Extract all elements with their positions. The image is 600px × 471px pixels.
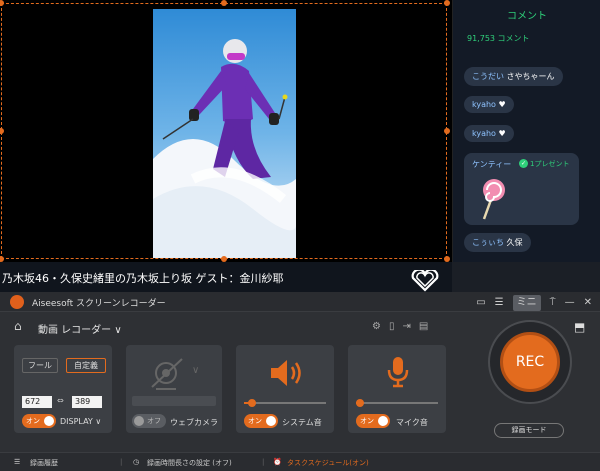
system-sound-label: システム音 — [282, 418, 322, 427]
resize-handle-tm[interactable] — [221, 0, 227, 6]
chat-message: kyaho ♥ — [464, 125, 514, 142]
app-logo-icon — [10, 295, 24, 309]
gift-check-icon: ✓ — [519, 159, 528, 168]
display-panel: フール 自定義 672 ⇔ 389 オン DISPLAY ∨ — [14, 345, 112, 433]
close-icon[interactable]: ✕ — [584, 296, 592, 310]
app-title: Aiseesoft スクリーンレコーダー — [32, 299, 166, 309]
rec-mode-button[interactable]: 録画モード — [494, 423, 564, 438]
full-screen-option[interactable]: フール — [22, 358, 58, 373]
minimize-icon[interactable]: — — [565, 296, 575, 310]
mode-label: 動画 レコーダー — [38, 325, 112, 336]
mic-toggle[interactable]: オン — [356, 414, 390, 428]
system-sound-panel: オン システム音 — [236, 345, 334, 433]
mode-selector[interactable]: 動画 レコーダー ∨ — [38, 321, 122, 336]
mini-button[interactable]: ミニ — [512, 295, 541, 311]
webcam-chevron-icon[interactable]: ∨ — [192, 365, 199, 376]
webcam-toggle-label: オフ — [147, 417, 161, 425]
webcam-settings-bar — [132, 396, 216, 406]
microphone-icon — [387, 357, 409, 388]
selection-border[interactable] — [1, 3, 447, 259]
system-toggle-label: オン — [248, 417, 262, 425]
chat-user: kyaho — [472, 129, 496, 138]
mouse-icon[interactable]: ▯ — [389, 321, 395, 332]
home-icon[interactable]: ⌂ — [14, 319, 22, 333]
divider: | — [262, 458, 265, 466]
display-toggle-label: オン — [26, 417, 40, 425]
system-sound-toggle[interactable]: オン — [244, 414, 278, 428]
history-link[interactable]: 録画履歴 — [30, 458, 58, 468]
comment-count: 91,753 コメント — [467, 34, 530, 43]
gift-user: ケンティー — [472, 160, 512, 169]
chat-text: 久保 — [506, 238, 523, 247]
chat-text: ♥ — [498, 129, 506, 138]
mic-label: マイク音 — [396, 418, 428, 427]
resize-handle-tr[interactable] — [444, 0, 450, 6]
chat-message: こうだい さやちゃーん — [464, 67, 563, 86]
history-icon: ☰ — [14, 458, 21, 466]
pin-icon[interactable]: ⍑ — [550, 296, 556, 310]
gift-label: 1プレゼント — [530, 160, 570, 168]
divider: | — [120, 458, 123, 466]
title-bar-icons: ▭ ☰ ミニ ⍑ — ✕ — [476, 295, 592, 311]
chat-user: こうだい — [472, 72, 504, 81]
mic-toggle-label: オン — [360, 417, 374, 425]
chat-message: こぅぃち 久保 — [464, 233, 531, 252]
chevron-down-icon: ∨ — [114, 325, 122, 336]
chat-message: kyaho ♥ — [464, 96, 514, 113]
file-icon[interactable]: ▤ — [419, 321, 428, 332]
heart-icon[interactable] — [410, 270, 440, 292]
recorder-window: Aiseesoft スクリーンレコーダー ▭ ☰ ミニ ⍑ — ✕ ⌂ 動画 レ… — [0, 292, 600, 471]
webcam-panel: ∨ オフ ウェブカメラ — [126, 345, 222, 433]
slider-thumb[interactable] — [248, 399, 256, 407]
title-bar: Aiseesoft スクリーンレコーダー ▭ ☰ ミニ ⍑ — ✕ — [0, 292, 600, 312]
tool-icons: ⚙ ▯ ⇥ ▤ — [372, 321, 428, 332]
height-input[interactable]: 389 — [72, 396, 102, 408]
speaker-icon — [271, 360, 301, 386]
mic-panel: オン マイク音 — [348, 345, 446, 433]
display-toggle[interactable]: オン — [22, 414, 56, 428]
display-label[interactable]: DISPLAY ∨ — [60, 417, 101, 426]
camera-icon[interactable]: ⬒ — [574, 320, 585, 334]
menu-icon[interactable]: ☰ — [495, 296, 504, 310]
chat-user: こぅぃち — [472, 238, 504, 247]
toggle-knob — [266, 416, 276, 426]
toggle-knob — [134, 416, 144, 426]
video-caption: 乃木坂46・久保史緒里の乃木坂上り坂 ゲスト：金川紗耶 — [2, 272, 284, 285]
display-label-text: DISPLAY — [60, 417, 93, 426]
slider-thumb[interactable] — [356, 399, 364, 407]
custom-area-option[interactable]: 自定義 — [66, 358, 106, 373]
task-schedule-link[interactable]: タスクスケジュール(オン) — [287, 458, 369, 468]
webcam-icon — [151, 358, 183, 390]
webcam-label: ウェブカメラ — [170, 418, 218, 427]
link-icon[interactable]: ⇔ — [57, 396, 64, 405]
chat-text: さやちゃーん — [506, 72, 555, 81]
mic-volume-slider[interactable] — [356, 399, 438, 407]
status-bar: ☰ 録画履歴 | ◷ 録画時間長さの設定 (オフ) | ⏰ タスクスケジュール(… — [0, 452, 600, 471]
chat-panel: コメント 91,753 コメント こうだい さやちゃーん kyaho ♥ kya… — [452, 0, 600, 262]
width-input[interactable]: 672 — [22, 396, 52, 408]
chat-title: コメント — [507, 11, 547, 22]
rec-button[interactable]: REC — [500, 332, 560, 392]
system-volume-slider[interactable] — [244, 399, 326, 407]
export-icon[interactable]: ⇥ — [402, 321, 410, 332]
gear-icon[interactable]: ⚙ — [372, 321, 381, 332]
toggle-knob — [44, 416, 54, 426]
webcam-toggle[interactable]: オフ — [132, 414, 166, 428]
resize-handle-mr[interactable] — [444, 128, 450, 134]
gift-message: ケンティー ✓ 1プレゼント — [464, 153, 579, 225]
chat-text: ♥ — [498, 100, 506, 109]
duration-setting-link[interactable]: 録画時間長さの設定 (オフ) — [147, 458, 232, 468]
clock-icon: ◷ — [133, 458, 140, 466]
alarm-icon: ⏰ — [273, 458, 282, 466]
lollipop-icon — [482, 179, 505, 220]
toggle-knob — [378, 416, 388, 426]
chat-feedback-icon[interactable]: ▭ — [476, 296, 485, 310]
chat-user: kyaho — [472, 100, 496, 109]
